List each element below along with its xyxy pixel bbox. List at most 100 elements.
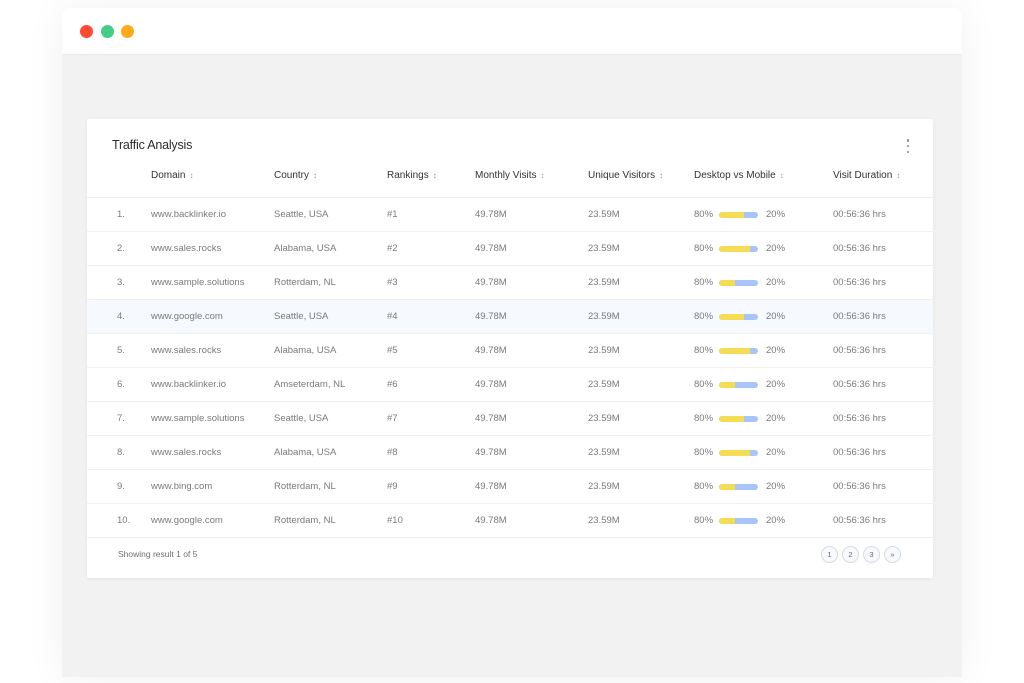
column-label: Visit Duration [833, 170, 893, 181]
unique-visitors-cell: 23.59M [588, 379, 620, 390]
monthly-visits-cell: 49.78M [475, 515, 507, 526]
table-row[interactable]: 5. www.sales.rocks Alabama, USA #5 49.78M 23.… [87, 334, 933, 368]
table-body: 1. www.backlinker.io Seattle, USA #1 49.78M 2… [87, 198, 933, 538]
page-button-3[interactable]: 3 [863, 546, 880, 563]
domain-cell[interactable]: www.sales.rocks [151, 447, 221, 458]
column-header-rankings[interactable]: Rankings ↕ [387, 170, 437, 181]
desktop-percent: 80% [694, 379, 714, 390]
mobile-percent: 20% [766, 379, 786, 390]
visit-duration-cell: 00:56:36 hrs [833, 311, 886, 322]
column-header-domain[interactable]: Domain ↕ [151, 170, 193, 181]
table-row[interactable]: 2. www.sales.rocks Alabama, USA #2 49.78M 23.… [87, 232, 933, 266]
table-row[interactable]: 3. www.sample.solutions Rotterdam, NL #3 49.… [87, 266, 933, 300]
desktop-percent: 80% [694, 243, 714, 254]
column-header-monthly-visits[interactable]: Monthly Visits ↕ [475, 170, 545, 181]
column-label: Monthly Visits [475, 170, 537, 181]
row-number: 4. [117, 311, 125, 322]
table-row[interactable]: 9. www.bing.com Rotterdam, NL #9 49.78M 23.59… [87, 470, 933, 504]
desktop-bar-fill [719, 280, 736, 286]
page-button-1[interactable]: 1 [821, 546, 838, 563]
desktop-mobile-bar [719, 518, 758, 524]
desktop-percent: 80% [694, 481, 714, 492]
next-page-button[interactable]: » [884, 546, 901, 563]
page-button-2[interactable]: 2 [842, 546, 859, 563]
table-row[interactable]: 4. www.google.com Seattle, USA #4 49.78M 23.5… [87, 300, 933, 334]
more-options-button[interactable] [905, 139, 911, 153]
column-header-visit-duration[interactable]: Visit Duration ↕ [833, 170, 900, 181]
traffic-analysis-card: Traffic Analysis Domain ↕ Country ↕ Rankin… [87, 119, 933, 578]
column-header-unique-visitors[interactable]: Unique Visitors ↕ [588, 170, 663, 181]
domain-cell[interactable]: www.bing.com [151, 481, 212, 492]
column-header-desktop-vs-mobile[interactable]: Desktop vs Mobile ↕ [694, 170, 784, 181]
domain-cell[interactable]: www.sample.solutions [151, 413, 244, 424]
country-cell: Seattle, USA [274, 209, 329, 220]
ranking-cell: #2 [387, 243, 398, 254]
desktop-bar-fill [719, 314, 745, 320]
sort-icon: ↕ [189, 171, 194, 180]
mobile-percent: 20% [766, 243, 786, 254]
card-title: Traffic Analysis [112, 138, 193, 152]
column-header-country[interactable]: Country ↕ [274, 170, 317, 181]
domain-cell[interactable]: www.google.com [151, 515, 223, 526]
desktop-mobile-bar [719, 212, 758, 218]
desktop-percent: 80% [694, 515, 714, 526]
row-number: 8. [117, 447, 125, 458]
more-vertical-icon [906, 139, 910, 142]
domain-cell[interactable]: www.sales.rocks [151, 243, 221, 254]
row-number: 9. [117, 481, 125, 492]
column-label: Country [274, 170, 310, 181]
domain-cell[interactable]: www.google.com [151, 311, 223, 322]
unique-visitors-cell: 23.59M [588, 413, 620, 424]
visit-duration-cell: 00:56:36 hrs [833, 209, 886, 220]
country-cell: Alabama, USA [274, 345, 337, 356]
domain-cell[interactable]: www.sample.solutions [151, 277, 244, 288]
table-row[interactable]: 8. www.sales.rocks Alabama, USA #8 49.78M 23.… [87, 436, 933, 470]
domain-cell[interactable]: www.backlinker.io [151, 209, 226, 220]
monthly-visits-cell: 49.78M [475, 277, 507, 288]
visit-duration-cell: 00:56:36 hrs [833, 379, 886, 390]
row-number: 5. [117, 345, 125, 356]
more-vertical-icon [906, 144, 910, 148]
domain-cell[interactable]: www.sales.rocks [151, 345, 221, 356]
desktop-mobile-bar [719, 280, 758, 286]
mobile-percent: 20% [766, 413, 786, 424]
monthly-visits-cell: 49.78M [475, 413, 507, 424]
ranking-cell: #1 [387, 209, 398, 220]
visit-duration-cell: 00:56:36 hrs [833, 447, 886, 458]
table-row[interactable]: 10. www.google.com Rotterdam, NL #10 49.78M 2… [87, 504, 933, 538]
desktop-percent: 80% [694, 413, 714, 424]
mobile-percent: 20% [766, 311, 786, 322]
minimize-window-button[interactable] [121, 25, 134, 38]
visit-duration-cell: 00:56:36 hrs [833, 515, 886, 526]
ranking-cell: #5 [387, 345, 398, 356]
table-row[interactable]: 1. www.backlinker.io Seattle, USA #1 49.78M 2… [87, 198, 933, 232]
desktop-mobile-bar [719, 314, 758, 320]
desktop-percent: 80% [694, 311, 714, 322]
country-cell: Rotterdam, NL [274, 277, 336, 288]
domain-cell[interactable]: www.backlinker.io [151, 379, 226, 390]
monthly-visits-cell: 49.78M [475, 447, 507, 458]
row-number: 2. [117, 243, 125, 254]
mobile-percent: 20% [766, 277, 786, 288]
table-row[interactable]: 7. www.sample.solutions Seattle, USA #7 49.7… [87, 402, 933, 436]
unique-visitors-cell: 23.59M [588, 243, 620, 254]
column-label: Rankings [387, 170, 429, 181]
desktop-mobile-bar [719, 382, 758, 388]
more-vertical-icon [906, 150, 910, 153]
unique-visitors-cell: 23.59M [588, 277, 620, 288]
table-row[interactable]: 6. www.backlinker.io Amseterdam, NL #6 49.78… [87, 368, 933, 402]
window-titlebar [62, 8, 962, 55]
monthly-visits-cell: 49.78M [475, 209, 507, 220]
maximize-window-button[interactable] [101, 25, 114, 38]
monthly-visits-cell: 49.78M [475, 311, 507, 322]
column-label: Domain [151, 170, 186, 181]
mobile-percent: 20% [766, 209, 786, 220]
sort-icon: ↕ [779, 171, 784, 180]
mobile-percent: 20% [766, 515, 786, 526]
row-number: 1. [117, 209, 125, 220]
monthly-visits-cell: 49.78M [475, 379, 507, 390]
unique-visitors-cell: 23.59M [588, 481, 620, 492]
desktop-mobile-bar [719, 348, 758, 354]
close-window-button[interactable] [80, 25, 93, 38]
column-label: Unique Visitors [588, 170, 656, 181]
